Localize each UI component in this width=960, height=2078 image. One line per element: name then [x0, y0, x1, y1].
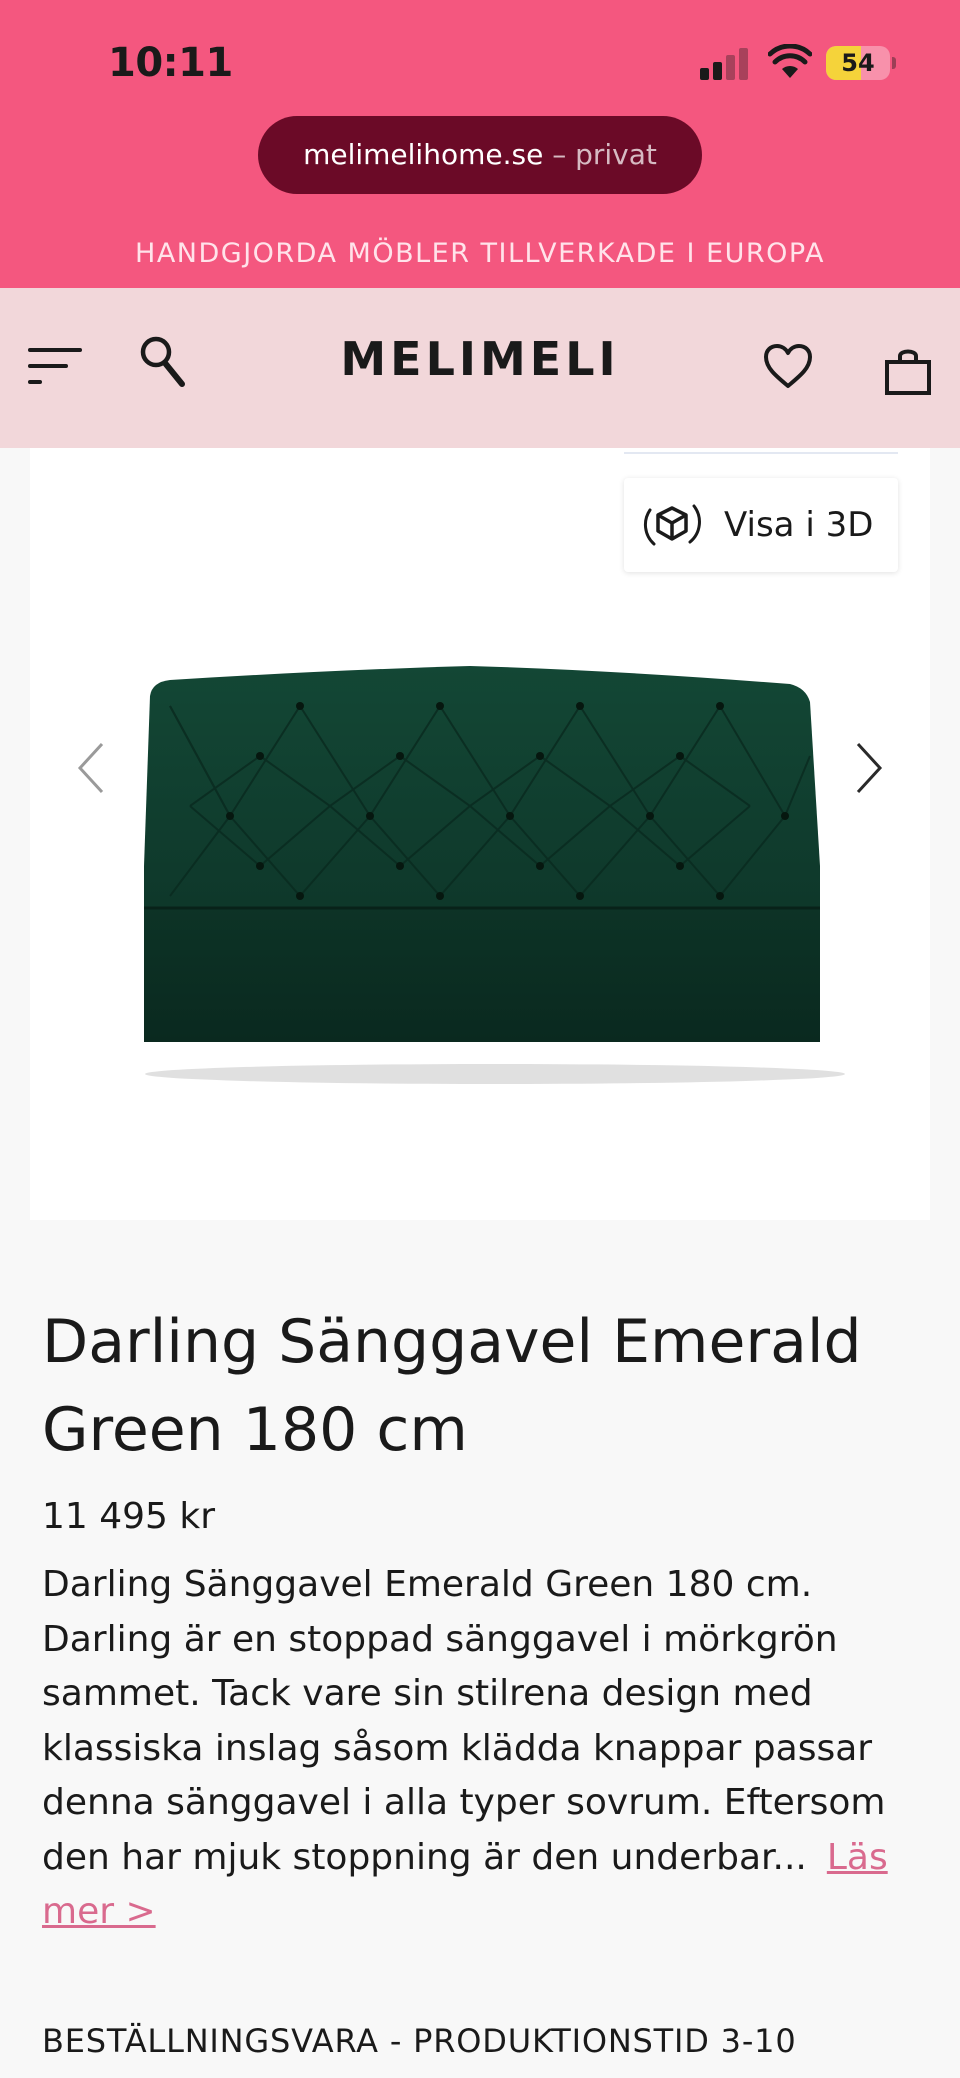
product-price: 11 495 kr — [42, 1496, 216, 1537]
heart-icon[interactable] — [762, 342, 814, 390]
private-mode-label: – privat — [552, 138, 657, 171]
wifi-icon — [768, 44, 812, 78]
description-text: Darling Sänggavel Emerald Green 180 cm. … — [42, 1564, 886, 1878]
product-title: Darling Sänggavel Emerald Green 180 cm — [42, 1307, 862, 1465]
status-time: 10:11 — [108, 40, 233, 86]
url-domain: melimelihome.se — [303, 138, 544, 171]
site-header: MELIMELI — [0, 288, 960, 448]
site-logo[interactable]: MELIMELI — [0, 332, 960, 386]
product-gallery[interactable]: Visa i 3D — [30, 448, 930, 1220]
cellular-signal-icon — [700, 46, 750, 80]
lead-time-notice: BESTÄLLNINGSVARA - PRODUKTIONSTID 3-10 — [42, 2022, 797, 2060]
3d-cube-icon — [643, 504, 701, 546]
bag-icon[interactable] — [884, 344, 932, 396]
address-bar[interactable]: melimelihome.se – privat — [258, 116, 702, 194]
battery-indicator: 54 — [826, 46, 896, 80]
promo-banner: HANDGJORDA MÖBLER TILLVERKADE I EUROPA — [135, 238, 825, 269]
product-description: Darling Sänggavel Emerald Green 180 cm. … — [42, 1558, 922, 1940]
top-bar: 10:11 54 melimelihome.se – privat HANDGJ… — [0, 0, 960, 288]
chevron-left-icon[interactable] — [70, 738, 110, 798]
product-image — [144, 666, 845, 1084]
view-3d-label: Visa i 3D — [724, 505, 874, 545]
battery-level: 54 — [841, 49, 875, 77]
view-3d-button[interactable]: Visa i 3D — [624, 478, 898, 572]
